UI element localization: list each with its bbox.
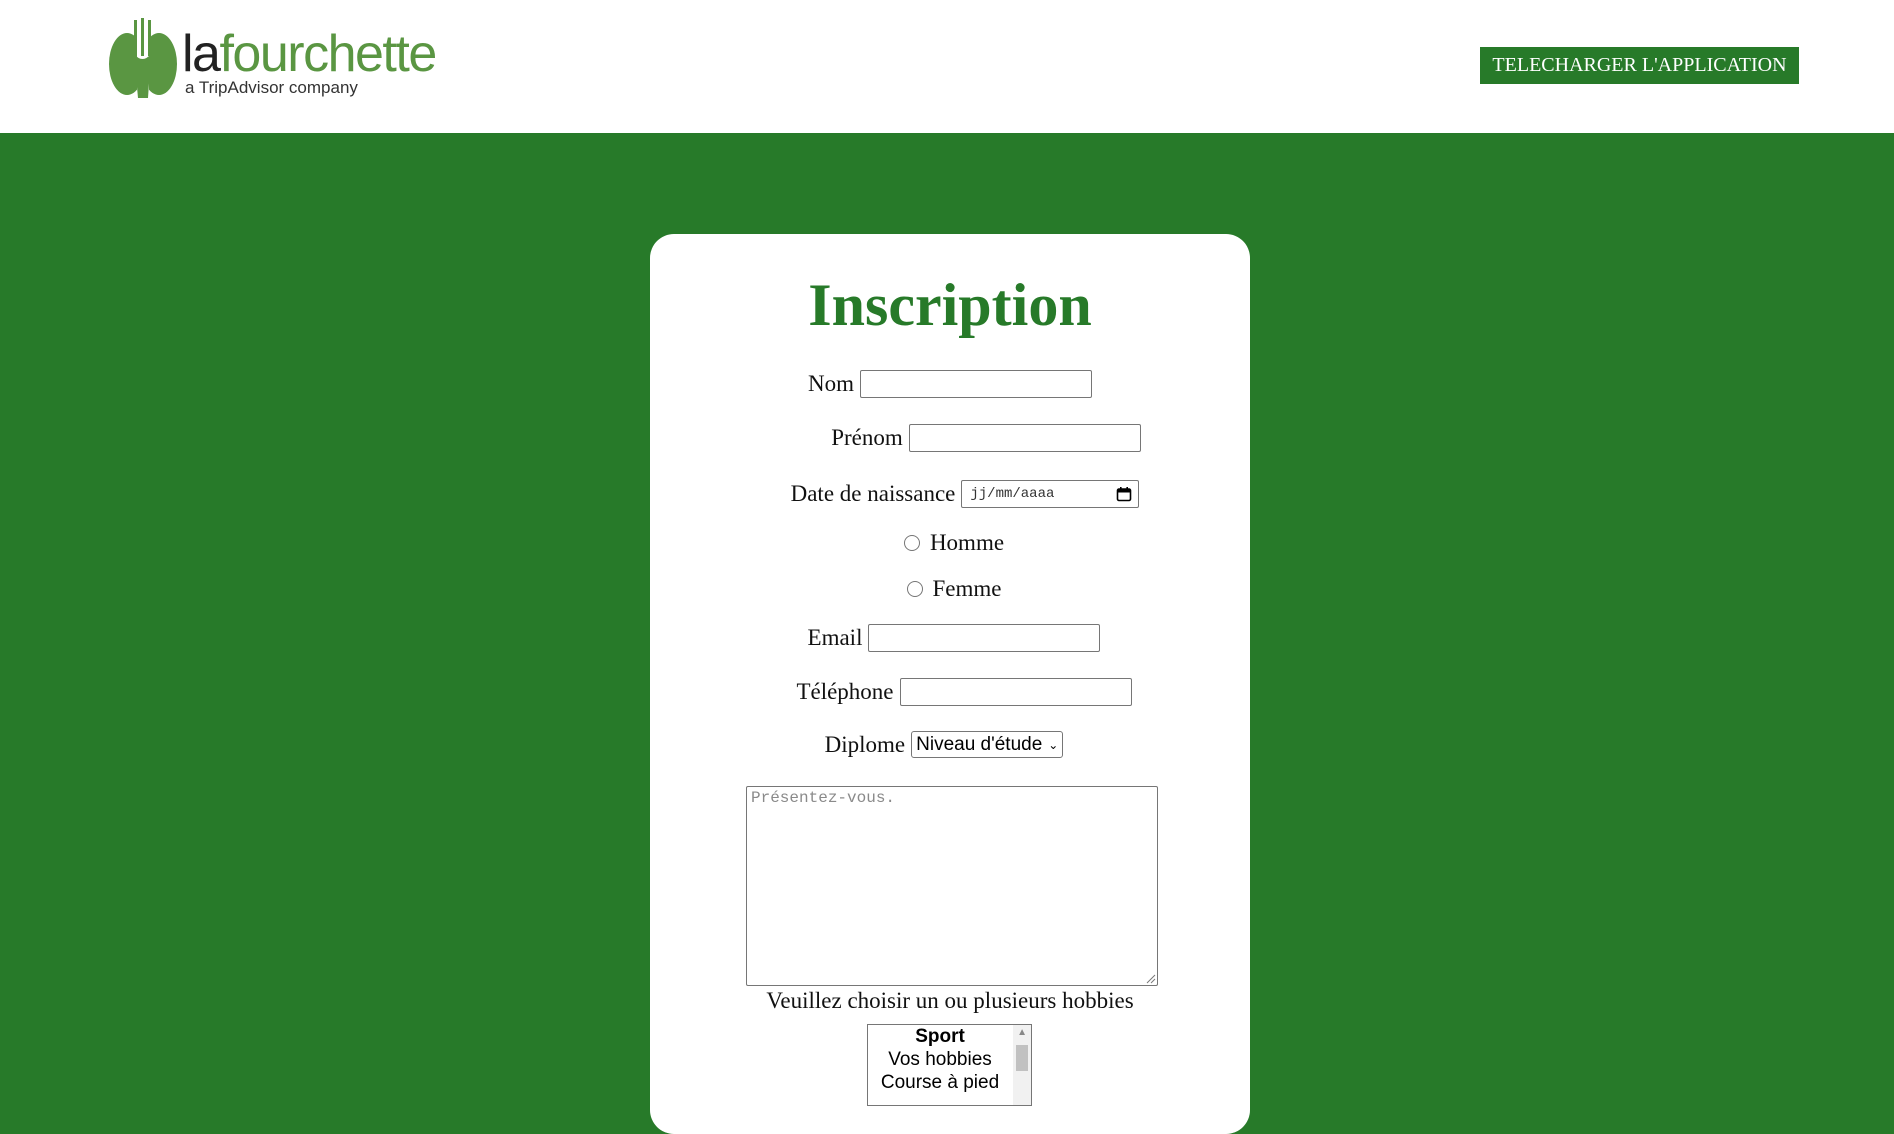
- birthdate-label: Date de naissance: [790, 481, 956, 506]
- birthdate-row: Date de naissance jj/mm/aaaa: [665, 480, 1265, 508]
- download-app-button[interactable]: TELECHARGER L'APPLICATION: [1480, 47, 1799, 84]
- nom-input[interactable]: [860, 370, 1092, 398]
- scrollbar-thumb[interactable]: [1016, 1045, 1028, 1071]
- hobbies-listbox[interactable]: Sport Vos hobbies Course à pied ▲: [867, 1024, 1032, 1106]
- prenom-row: Prénom: [686, 424, 1286, 452]
- chevron-down-icon: ⌄: [1048, 737, 1059, 752]
- birthdate-input[interactable]: jj/mm/aaaa: [961, 480, 1140, 508]
- prenom-label: Prénom: [831, 425, 903, 450]
- homme-radio[interactable]: [903, 535, 920, 551]
- calendar-icon[interactable]: [1116, 486, 1132, 502]
- telephone-label: Téléphone: [796, 679, 894, 704]
- email-label: Email: [807, 625, 863, 650]
- diplome-label: Diplome: [824, 731, 906, 757]
- nom-row: Nom: [650, 370, 1250, 398]
- prenom-input[interactable]: [908, 424, 1141, 452]
- nom-label: Nom: [808, 371, 854, 396]
- lafourchette-logo[interactable]: lafourchette a TripAdvisor company: [108, 18, 468, 100]
- listbox-scrollbar[interactable]: ▲: [1013, 1025, 1031, 1105]
- resize-handle-icon[interactable]: [1146, 974, 1156, 984]
- birthdate-placeholder: jj/mm/aaaa: [970, 486, 1055, 502]
- logo-wordmark: lafourchette: [182, 25, 437, 83]
- email-row: Email: [654, 624, 1254, 652]
- femme-label: Femme: [932, 576, 1002, 601]
- logo-tagline: a TripAdvisor company: [185, 78, 358, 97]
- femme-radio[interactable]: [906, 581, 923, 597]
- hobbies-group-sport: Sport: [915, 1026, 965, 1047]
- scroll-up-arrow-icon[interactable]: ▲: [1017, 1027, 1027, 1038]
- gender-homme-row: Homme: [654, 530, 1254, 556]
- diplome-selected-value: Niveau d'étude: [916, 733, 1043, 755]
- diplome-row: Diplome Niveau d'étude ⌄: [644, 731, 1244, 758]
- telephone-input[interactable]: [899, 678, 1132, 706]
- presentation-placeholder: Présentez-vous.: [751, 789, 896, 807]
- gender-femme-row: Femme: [654, 576, 1254, 602]
- page-title: Inscription: [808, 272, 1092, 338]
- fork-logo-icon: [109, 18, 177, 98]
- hobbies-option[interactable]: Vos hobbies: [868, 1048, 1012, 1071]
- presentation-textarea[interactable]: Présentez-vous.: [746, 786, 1158, 986]
- hobbies-label: Veuillez choisir un ou plusieurs hobbies: [766, 988, 1134, 1013]
- email-input[interactable]: [868, 624, 1101, 652]
- diplome-select[interactable]: Niveau d'étude ⌄: [911, 731, 1064, 758]
- signup-card: Inscription Nom Prénom Date de naissance…: [650, 234, 1250, 1134]
- hobbies-option[interactable]: Course à pied: [868, 1071, 1012, 1094]
- telephone-row: Téléphone: [664, 678, 1264, 706]
- site-header: lafourchette a TripAdvisor company TELEC…: [0, 0, 1894, 133]
- homme-label: Homme: [929, 530, 1005, 555]
